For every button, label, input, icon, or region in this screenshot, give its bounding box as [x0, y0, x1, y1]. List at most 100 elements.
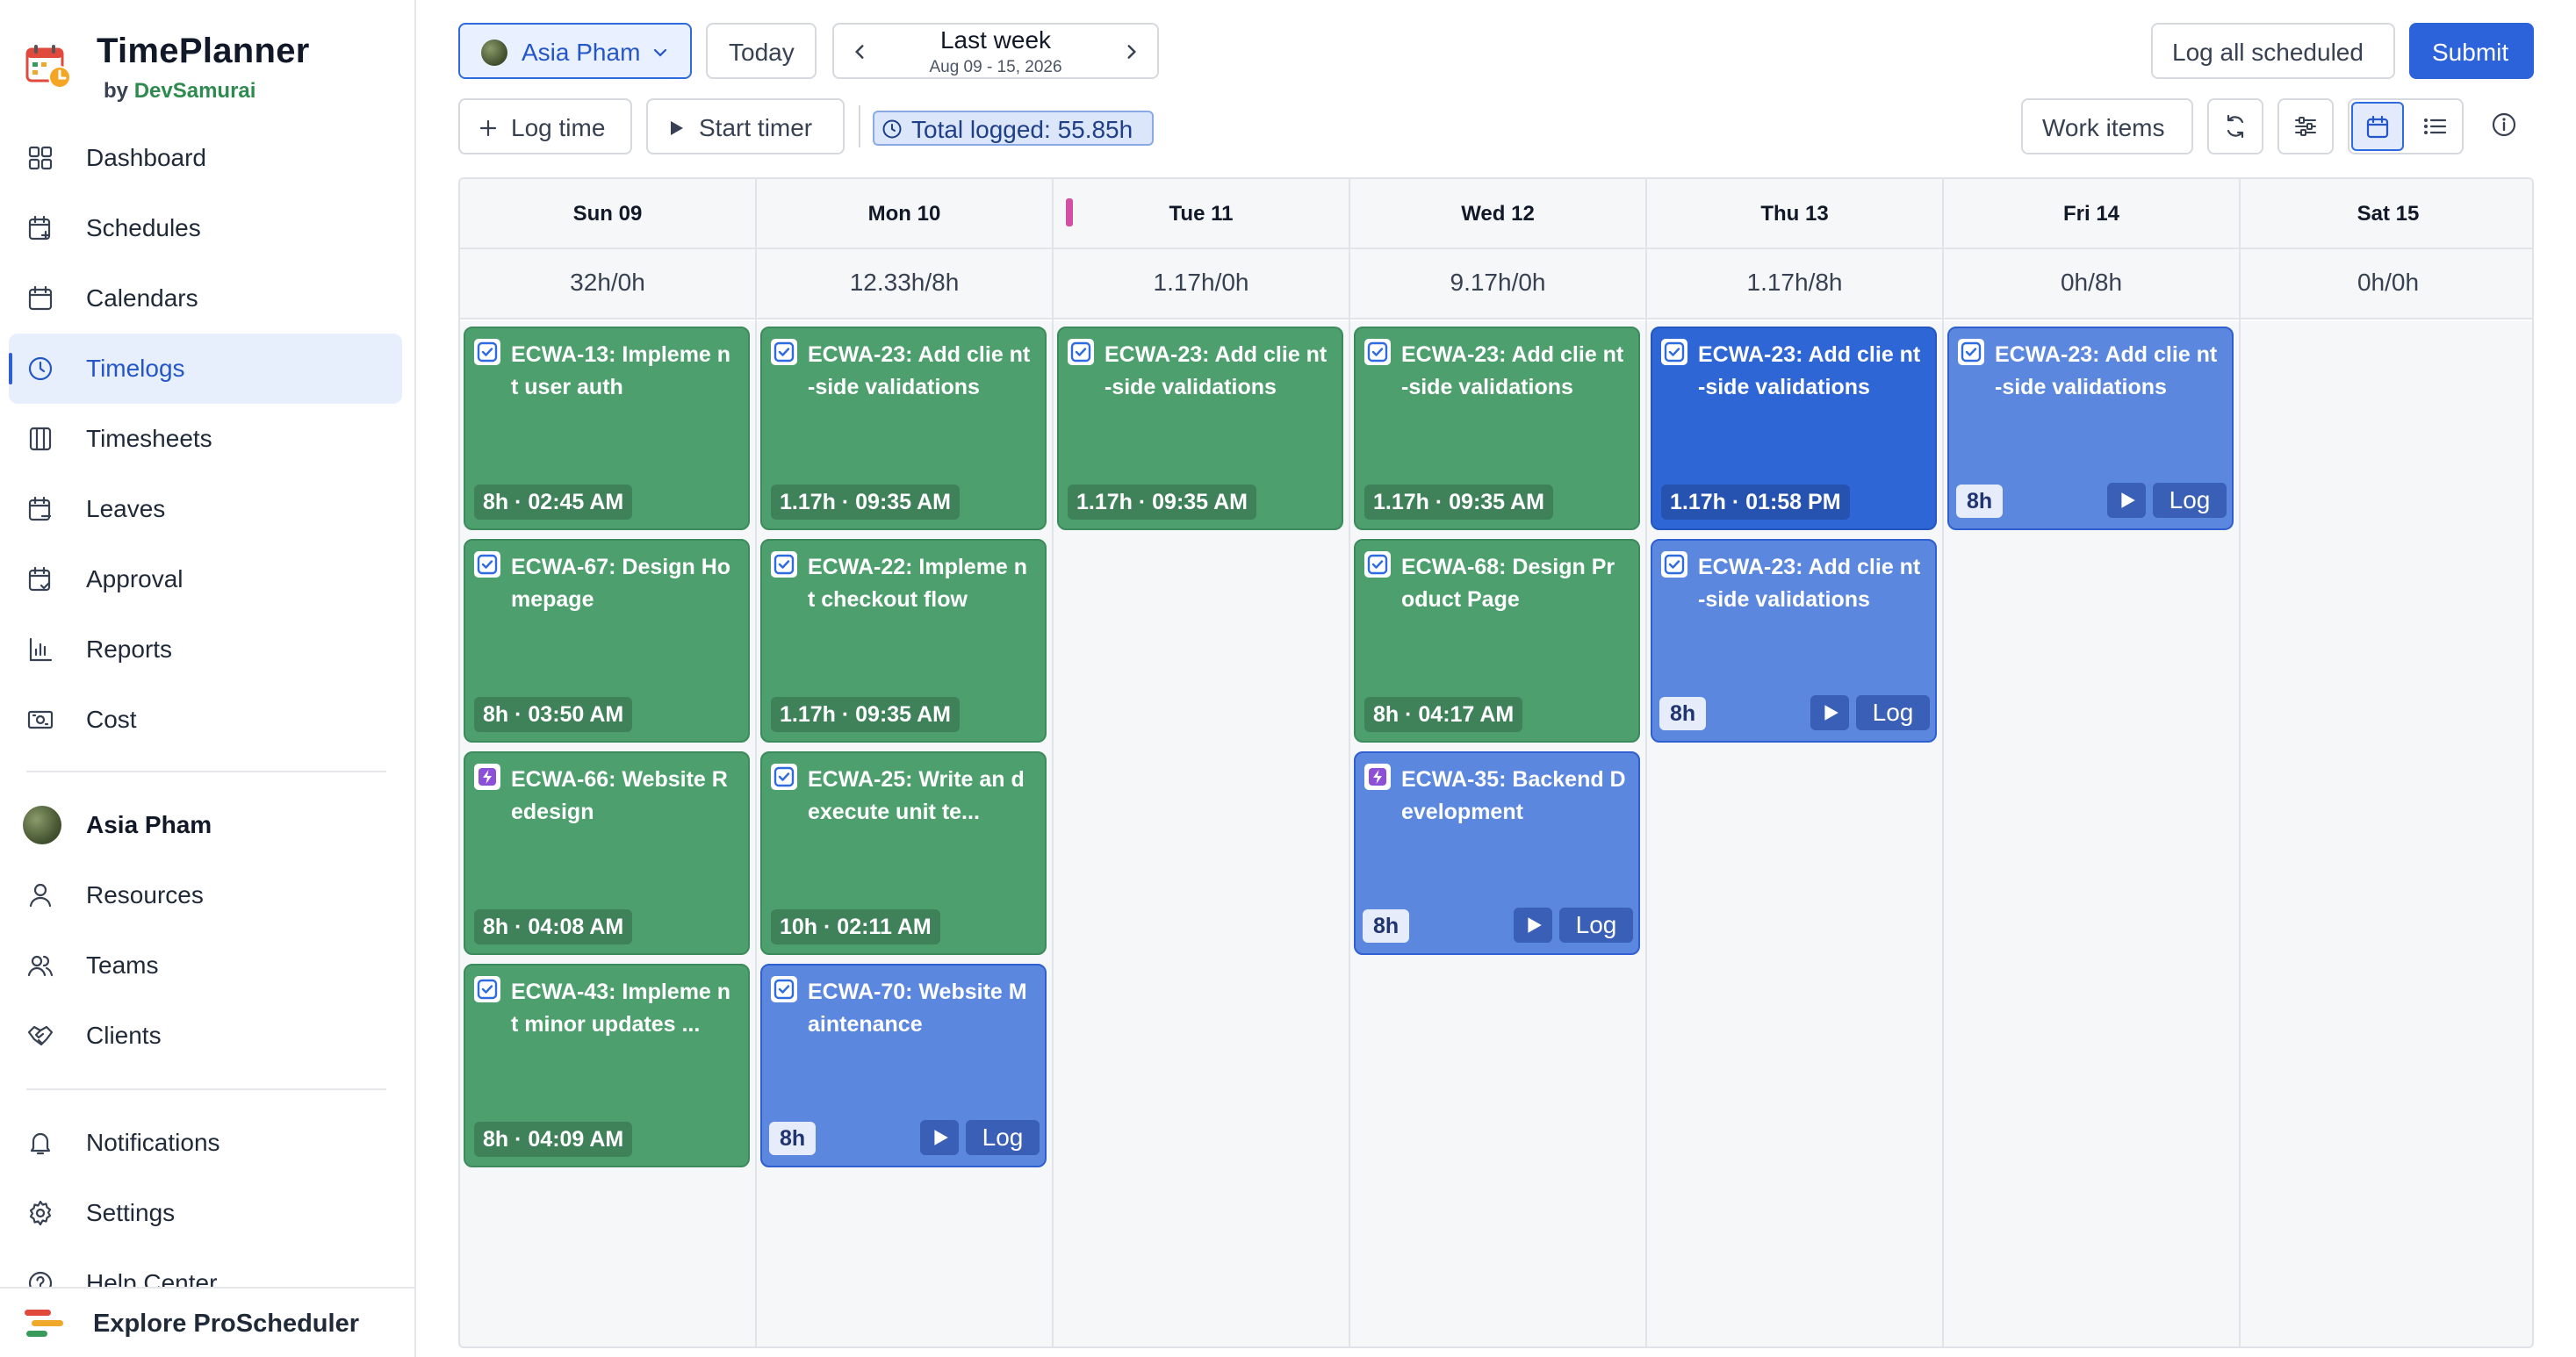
- card-title: ECWA-43: Impleme nt minor updates ...: [511, 980, 731, 1037]
- sidebar-item-label: Notifications: [86, 1129, 220, 1156]
- sidebar-item-leaves[interactable]: Leaves: [9, 474, 402, 544]
- log-time-button[interactable]: Log time: [458, 98, 632, 154]
- filter-settings-button[interactable]: [2277, 98, 2334, 154]
- checkbox-icon-wrap: [474, 551, 500, 578]
- sidebar-item-label: Calendars: [86, 284, 198, 312]
- sidebar-item-label: Leaves: [86, 495, 166, 522]
- gear-icon: [29, 1200, 52, 1226]
- timelog-card[interactable]: ECWA-68: Design Product Page 8h · 04:17 A…: [1354, 539, 1640, 743]
- checkbox-icon: [774, 766, 795, 787]
- sidebar-item-clients[interactable]: Clients: [9, 1001, 402, 1071]
- refresh-icon: [2227, 114, 2244, 139]
- chevron-right-icon[interactable]: [1122, 42, 1141, 61]
- columns-icon: [29, 427, 52, 451]
- timelog-card[interactable]: ECWA-23: Add clie nt-side validations 1.1…: [760, 327, 1047, 530]
- sidebar-item-label: Dashboard: [86, 144, 206, 171]
- card-title: ECWA-70: Website Maintenance: [808, 980, 1027, 1037]
- sidebar: TimePlanner by DevSamurai Asia Pham Dash…: [0, 0, 416, 1357]
- scheduled-item-card[interactable]: ECWA-23: Add clie nt-side validations 8h …: [1947, 327, 2234, 530]
- sidebar-item-label: Approval: [86, 565, 183, 592]
- checkbox-icon: [1367, 341, 1388, 363]
- card-hours: 8h: [1363, 909, 1410, 943]
- checkbox-icon: [477, 979, 498, 1000]
- log-all-scheduled-button[interactable]: Log all scheduled: [2151, 23, 2395, 79]
- start-timer-card-button[interactable]: [1514, 908, 1552, 943]
- sidebar-item-timesheets[interactable]: Timesheets: [9, 404, 402, 474]
- checkbox-icon: [1664, 341, 1685, 363]
- list-view-button[interactable]: [2407, 102, 2462, 151]
- card-meta: 1.17h · 09:35 AM: [771, 485, 960, 520]
- card-meta: 10h · 02:11 AM: [771, 909, 940, 944]
- sidebar-item-schedules[interactable]: Schedules: [9, 193, 402, 263]
- log-button[interactable]: Log: [966, 1120, 1040, 1155]
- sidebar-user[interactable]: Asia Pham: [9, 790, 402, 860]
- sidebar-item-dashboard[interactable]: Dashboard: [9, 123, 402, 193]
- card-title: ECWA-22: Impleme nt checkout flow: [808, 555, 1028, 612]
- refresh-button[interactable]: [2207, 98, 2263, 154]
- list-icon: [2424, 118, 2447, 134]
- total-logged-badge: Total logged: 55.85h: [873, 111, 1154, 146]
- scheduled-item-card[interactable]: ECWA-70: Website Maintenance 8h Log: [760, 964, 1047, 1167]
- epic-icon-wrap: [474, 764, 500, 790]
- sidebar-item-reports[interactable]: Reports: [9, 614, 402, 685]
- checkbox-icon: [774, 979, 795, 1000]
- play-icon: [1824, 705, 1838, 721]
- checkbox-icon: [1070, 341, 1091, 363]
- checkbox-icon-wrap: [1364, 339, 1391, 365]
- calendar-plus-icon: [28, 215, 51, 241]
- brand-devsamurai: DevSamurai: [133, 79, 256, 103]
- sidebar-item-resources[interactable]: Resources: [9, 860, 402, 930]
- calendar-view-button[interactable]: [2351, 102, 2404, 151]
- checkbox-icon: [774, 341, 795, 363]
- start-timer-card-button[interactable]: [920, 1120, 959, 1155]
- log-button[interactable]: Log: [1856, 695, 1930, 730]
- sidebar-item-timelogs[interactable]: Timelogs: [9, 334, 402, 404]
- day-summary: 0h/8h: [1944, 249, 2239, 320]
- timelog-card[interactable]: ECWA-67: Design Homepage 8h · 03:50 AM: [464, 539, 750, 743]
- timelog-card[interactable]: ECWA-66: Website Redesign 8h · 04:08 AM: [464, 751, 750, 955]
- clock-icon: [28, 356, 53, 381]
- play-icon: [2121, 492, 2135, 508]
- timelog-card[interactable]: ECWA-43: Impleme nt minor updates ... 8h …: [464, 964, 750, 1167]
- log-button[interactable]: Log: [2153, 483, 2227, 518]
- work-items-button[interactable]: Work items: [2021, 98, 2193, 154]
- day-summary: 32h/0h: [460, 249, 755, 320]
- timelog-card[interactable]: ECWA-13: Impleme nt user auth 8h · 02:45 …: [464, 327, 750, 530]
- explore-proscheduler-link[interactable]: Explore ProScheduler: [0, 1287, 414, 1357]
- info-icon: [2492, 112, 2516, 137]
- timelog-card[interactable]: ECWA-23: Add clie nt-side validations 1.1…: [1651, 327, 1937, 530]
- sidebar-item-cost[interactable]: Cost: [9, 685, 402, 755]
- scheduled-item-card[interactable]: ECWA-35: Backend Development 8h Log: [1354, 751, 1640, 955]
- card-meta: 8h · 02:45 AM: [474, 485, 633, 520]
- sidebar-item-label: Timesheets: [86, 425, 212, 452]
- today-button[interactable]: Today: [706, 23, 817, 79]
- avatar: [481, 39, 507, 66]
- log-button[interactable]: Log: [1559, 908, 1633, 943]
- period-range: Aug 09 - 15, 2026: [929, 58, 1062, 76]
- start-timer-card-button[interactable]: [1810, 695, 1849, 730]
- user-select[interactable]: Asia Pham: [458, 23, 692, 79]
- checkbox-icon-wrap: [1661, 339, 1687, 365]
- sidebar-item-notifications[interactable]: Notifications: [9, 1108, 402, 1178]
- card-meta: 1.17h · 09:35 AM: [1068, 485, 1256, 520]
- view-toggle: [2348, 98, 2464, 154]
- day-column: Mon 10 12.33h/8h ECWA-23: Add clie nt-si…: [757, 179, 1054, 1346]
- start-timer-card-button[interactable]: [2107, 483, 2146, 518]
- day-body[interactable]: [2241, 321, 2532, 1346]
- bar-chart-icon: [29, 637, 53, 662]
- sidebar-item-calendars[interactable]: Calendars: [9, 263, 402, 334]
- info-button[interactable]: [2478, 98, 2534, 154]
- play-icon: [1528, 917, 1542, 933]
- timelog-card[interactable]: ECWA-23: Add clie nt-side validations 1.1…: [1057, 327, 1343, 530]
- timelog-card[interactable]: ECWA-22: Impleme nt checkout flow 1.17h ·…: [760, 539, 1047, 743]
- submit-button[interactable]: Submit: [2409, 23, 2534, 79]
- card-meta: 1.17h · 01:58 PM: [1661, 485, 1850, 520]
- sidebar-item-approval[interactable]: Approval: [9, 544, 402, 614]
- sidebar-item-teams[interactable]: Teams: [9, 930, 402, 1001]
- start-timer-button[interactable]: Start timer: [646, 98, 845, 154]
- timelog-card[interactable]: ECWA-25: Write an d execute unit te... 10…: [760, 751, 1047, 955]
- scheduled-item-card[interactable]: ECWA-23: Add clie nt-side validations 8h …: [1651, 539, 1937, 743]
- sidebar-item-settings[interactable]: Settings: [9, 1178, 402, 1248]
- timelog-card[interactable]: ECWA-23: Add clie nt-side validations 1.1…: [1354, 327, 1640, 530]
- day-column: Wed 12 9.17h/0h ECWA-23: Add clie nt-sid…: [1350, 179, 1647, 1346]
